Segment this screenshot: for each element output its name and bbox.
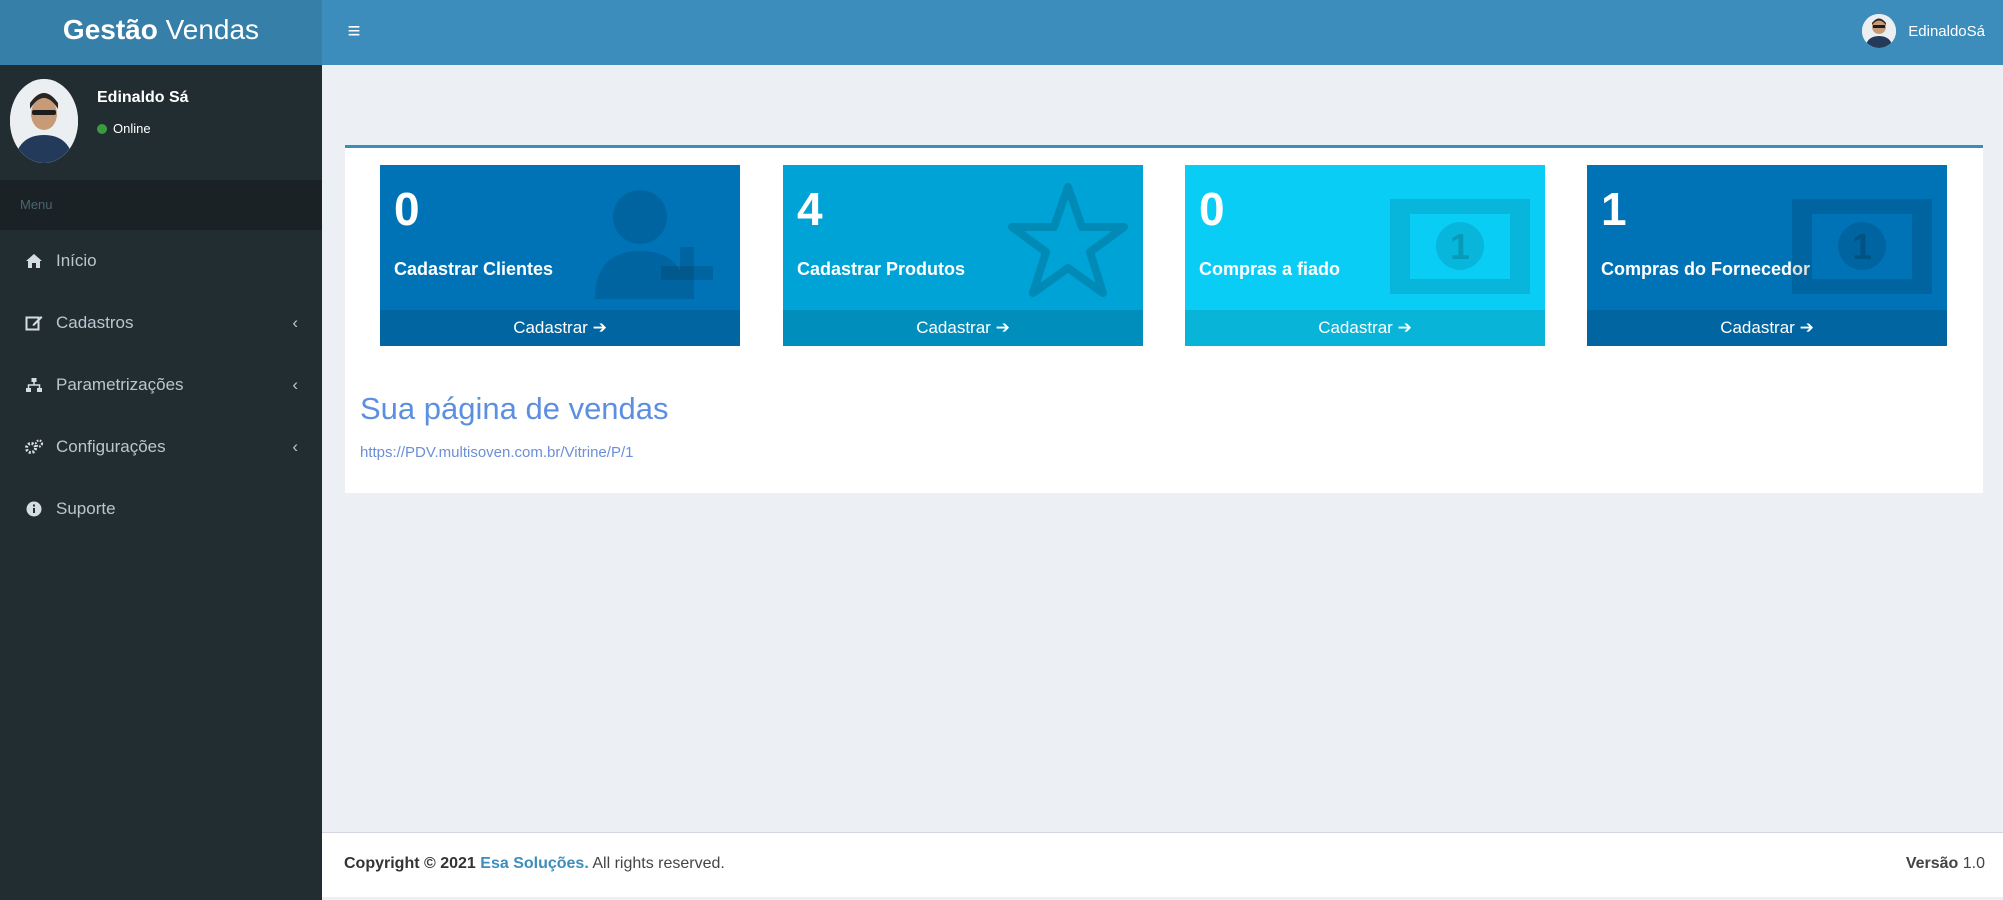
sidebar-item-configuracoes[interactable]: Configurações ‹	[0, 416, 322, 478]
hamburger-icon[interactable]: ≡	[342, 18, 366, 44]
tile-label: Compras a fiado	[1199, 259, 1341, 279]
tile-compras-a-fiado: 0 Compras a fiado 1 Cadastrar ➔	[1185, 165, 1545, 346]
star-icon	[1003, 179, 1133, 314]
chevron-left-icon: ‹	[292, 375, 298, 394]
copyright: Copyright © 2021 Esa Soluções. All right…	[344, 855, 725, 873]
top-header: Gestão Vendas ≡ EdinaldoSá	[0, 0, 2003, 65]
sidebar-item-label: Cadastros	[56, 313, 134, 332]
chevron-left-icon: ‹	[292, 437, 298, 456]
tile-action-label: Cadastrar	[1318, 318, 1393, 337]
sidebar-item-inicio[interactable]: Início	[0, 230, 322, 292]
sidebar-item-parametrizacoes[interactable]: Parametrizações ‹	[0, 354, 322, 416]
arrow-circle-right-icon: ➔	[1799, 318, 1814, 337]
status-text: Online	[113, 121, 151, 136]
dashboard-box: 0 Cadastrar Clientes Cadastrar ➔ 4 Cadas…	[345, 145, 1983, 493]
page-footer: Copyright © 2021 Esa Soluções. All right…	[322, 832, 2003, 897]
svg-text:1: 1	[1450, 226, 1470, 267]
company-link[interactable]: Esa Soluções.	[480, 855, 589, 872]
rights-text: All rights reserved.	[592, 855, 725, 872]
home-icon	[24, 253, 44, 269]
header-user-name: EdinaldoSá	[1908, 22, 1985, 40]
copyright-text: Copyright © 2021	[344, 855, 476, 872]
tile-label: Cadastrar Clientes	[394, 259, 554, 279]
gears-icon	[24, 439, 44, 455]
brand-bold: Gestão	[62, 14, 158, 45]
sidebar-item-label: Parametrizações	[56, 375, 184, 394]
tile-action-label: Cadastrar	[916, 318, 991, 337]
tile-action-label: Cadastrar	[1720, 318, 1795, 337]
sidebar: Edinaldo Sá Online Menu Início Cadastros…	[0, 65, 322, 900]
money-icon: 1	[1385, 179, 1535, 314]
menu-header: Menu	[0, 180, 322, 230]
arrow-circle-right-icon: ➔	[592, 318, 607, 337]
user-menu[interactable]: EdinaldoSá	[1862, 12, 1985, 50]
tile-label: Compras do Fornecedor	[1601, 259, 1811, 279]
info-icon	[24, 501, 44, 517]
tile-count: 0	[394, 183, 420, 235]
tile-count: 0	[1199, 183, 1225, 235]
tile-count: 4	[797, 183, 823, 235]
sidebar-item-label: Suporte	[56, 499, 116, 518]
avatar	[1862, 14, 1897, 48]
sidebar-user-name: Edinaldo Sá	[97, 89, 189, 106]
brand-rest: Vendas	[165, 14, 260, 45]
tile-label: Cadastrar Produtos	[797, 259, 966, 279]
arrow-circle-right-icon: ➔	[1397, 318, 1412, 337]
user-plus-icon	[580, 179, 730, 314]
svg-text:1: 1	[1852, 226, 1872, 267]
sidebar-item-label: Configurações	[56, 437, 166, 456]
sidebar-item-suporte[interactable]: Suporte	[0, 478, 322, 540]
chevron-left-icon: ‹	[292, 313, 298, 332]
online-dot-icon	[97, 123, 107, 134]
compras-do-fornecedor-link[interactable]: Cadastrar ➔	[1587, 310, 1947, 346]
tile-cadastrar-clientes: 0 Cadastrar Clientes Cadastrar ➔	[380, 165, 740, 346]
sales-page-url[interactable]: https://PDV.multisoven.com.br/Vitrine/P/…	[360, 444, 633, 461]
version: Versão 1.0	[1906, 855, 1985, 873]
tile-count: 1	[1601, 183, 1627, 235]
arrow-circle-right-icon: ➔	[995, 318, 1010, 337]
cadastrar-clientes-link[interactable]: Cadastrar ➔	[380, 310, 740, 346]
avatar	[10, 79, 78, 163]
cadastrar-produtos-link[interactable]: Cadastrar ➔	[783, 310, 1143, 346]
tile-action-label: Cadastrar	[513, 318, 588, 337]
version-label: Versão	[1905, 855, 1959, 872]
tile-cadastrar-produtos: 4 Cadastrar Produtos Cadastrar ➔	[783, 165, 1143, 346]
version-number: 1.0	[1962, 855, 1985, 872]
compras-a-fiado-link[interactable]: Cadastrar ➔	[1185, 310, 1545, 346]
sidebar-item-cadastros[interactable]: Cadastros ‹	[0, 292, 322, 354]
sitemap-icon	[24, 377, 44, 393]
money-icon: 1	[1787, 179, 1937, 314]
tile-compras-do-fornecedor: 1 Compras do Fornecedor 1 Cadastrar ➔	[1587, 165, 1947, 346]
brand-logo[interactable]: Gestão Vendas	[0, 0, 322, 65]
edit-icon	[24, 314, 44, 332]
user-panel: Edinaldo Sá Online	[0, 65, 322, 180]
sidebar-item-label: Início	[56, 251, 97, 270]
sales-page-title: Sua página de vendas	[360, 391, 669, 426]
user-status: Online	[97, 121, 151, 136]
